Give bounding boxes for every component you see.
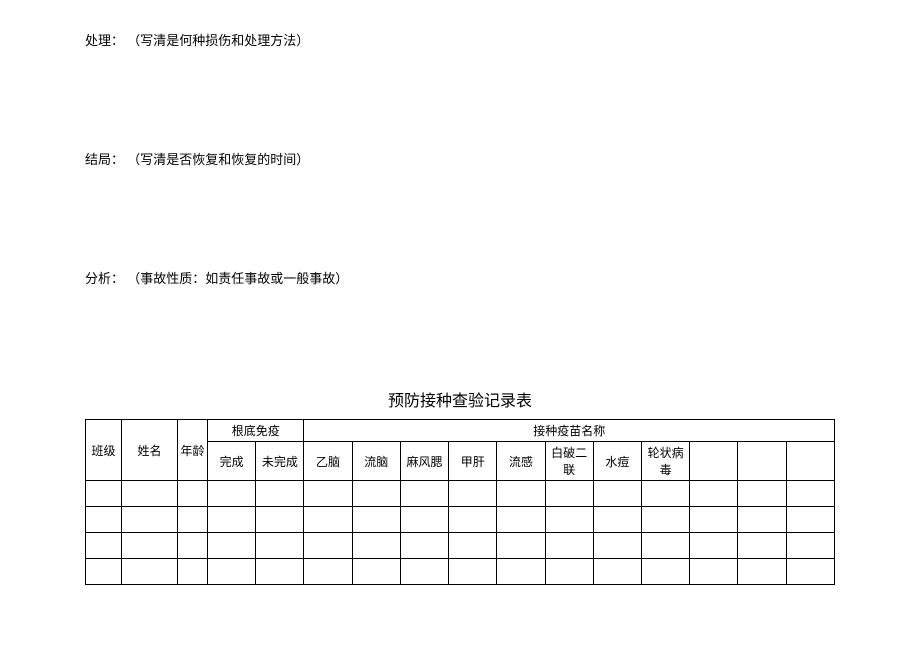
header-vaccine-6: 水痘	[593, 442, 641, 481]
header-name: 姓名	[122, 420, 178, 481]
outcome-section: 结局： （写清是否恢复和恢复的时间）	[85, 149, 835, 168]
header-vaccine-blank-3	[786, 442, 834, 481]
vaccination-record-table: 班级 姓名 年龄 根底免疫 接种疫苗名称 完成 未完成 乙脑 流脑 麻风腮 甲肝…	[85, 419, 835, 585]
header-vaccine-4: 流感	[497, 442, 545, 481]
header-vaccine-0: 乙脑	[304, 442, 352, 481]
analysis-label: 分析：	[85, 271, 124, 286]
table-row	[86, 533, 835, 559]
header-done: 完成	[208, 442, 256, 481]
outcome-label: 结局：	[85, 152, 124, 167]
header-class: 班级	[86, 420, 122, 481]
table-row	[86, 507, 835, 533]
header-vaccine-name: 接种疫苗名称	[304, 420, 835, 442]
table-row	[86, 481, 835, 507]
treatment-section: 处理： （写清是何种损伤和处理方法）	[85, 30, 835, 49]
header-vaccine-1: 流脑	[352, 442, 400, 481]
header-vaccine-3: 甲肝	[449, 442, 497, 481]
header-age: 年龄	[178, 420, 208, 481]
treatment-label: 处理：	[85, 33, 124, 48]
table-row	[86, 559, 835, 585]
header-vaccine-5: 白破二联	[545, 442, 593, 481]
header-base-immune: 根底免疫	[208, 420, 304, 442]
table-title: 预防接种查验记录表	[85, 387, 835, 411]
header-vaccine-blank-1	[690, 442, 738, 481]
header-vaccine-7: 轮状病毒	[641, 442, 689, 481]
header-vaccine-blank-2	[738, 442, 786, 481]
table-header-row-1: 班级 姓名 年龄 根底免疫 接种疫苗名称	[86, 420, 835, 442]
header-undone: 未完成	[256, 442, 304, 481]
analysis-hint: （事故性质：如责任事故或一般事故）	[127, 271, 348, 286]
treatment-hint: （写清是何种损伤和处理方法）	[127, 33, 309, 48]
header-vaccine-2: 麻风腮	[400, 442, 448, 481]
outcome-hint: （写清是否恢复和恢复的时间）	[127, 152, 309, 167]
analysis-section: 分析： （事故性质：如责任事故或一般事故）	[85, 268, 835, 287]
